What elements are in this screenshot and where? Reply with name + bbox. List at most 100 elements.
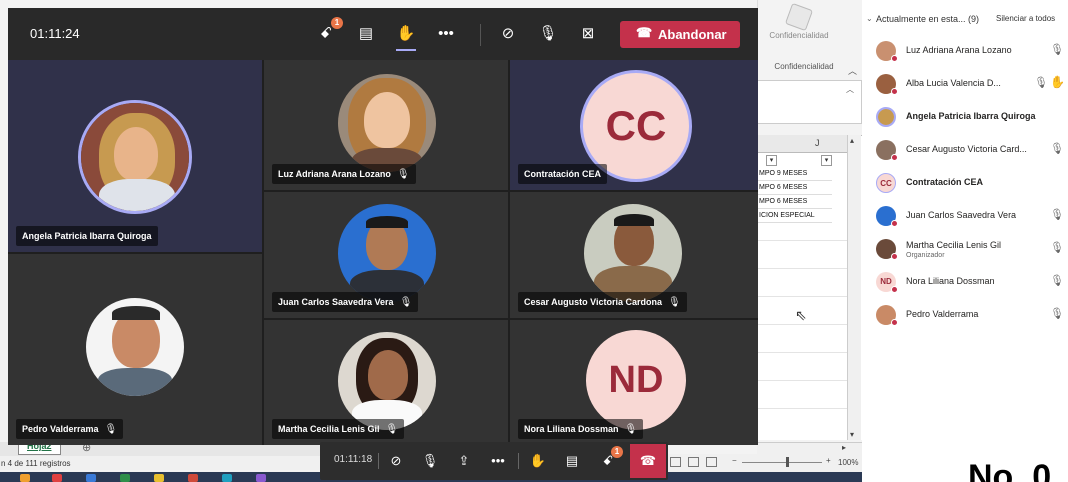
- page-layout-icon[interactable]: [688, 457, 699, 467]
- raised-hand-icon: ✋: [1050, 75, 1065, 89]
- column-header-label: J: [815, 138, 820, 148]
- mic-muted-icon: 🎙︎: [396, 169, 410, 180]
- normal-view-icon[interactable]: [670, 457, 681, 467]
- participant-row[interactable]: ND Nora Liliana Dossman 🎙︎: [872, 269, 1068, 299]
- vertical-scrollbar[interactable]: ▴ ▾: [847, 135, 861, 440]
- zoom-in-icon[interactable]: +: [826, 456, 831, 465]
- taskbar-app-icon[interactable]: [120, 474, 130, 482]
- hang-up-icon: ☎: [636, 25, 653, 40]
- cell-text[interactable]: ICIÓN ESPECIAL: [757, 212, 832, 223]
- share-screen-icon[interactable]: ⇪: [454, 451, 474, 471]
- taskbar-app-icon[interactable]: [256, 474, 266, 482]
- tile-name-text: Contratación CEA: [524, 169, 602, 179]
- participant-row[interactable]: Martha Cecilia Lenis Gil Organizador 🎙︎: [872, 236, 1068, 266]
- video-tile[interactable]: Angela Patricia Ibarra Quiroga: [8, 60, 262, 252]
- compact-timer: 01:11:18: [334, 454, 373, 465]
- raise-hand-button[interactable]: ✋: [394, 22, 418, 51]
- video-tile[interactable]: ND Nora Liliana Dossman 🎙︎: [510, 320, 758, 445]
- filter-dropdown-icon[interactable]: ▾: [766, 155, 777, 166]
- bar-divider: [518, 453, 519, 469]
- document-number: No. 0: [968, 458, 1052, 482]
- mic-muted-icon: 🎙︎: [385, 424, 399, 435]
- share-button[interactable]: ⊠: [576, 22, 600, 46]
- collapse-ribbon-icon[interactable]: ︿: [848, 64, 857, 77]
- zoom-slider[interactable]: [742, 462, 822, 463]
- participant-row[interactable]: Cesar Augusto Victoria Card... 🎙︎: [872, 137, 1068, 167]
- hand-icon[interactable]: ✋: [528, 451, 548, 471]
- chat-icon[interactable]: ▤: [562, 451, 582, 471]
- leave-button[interactable]: ☎ Abandonar: [620, 21, 740, 48]
- avatar: [338, 204, 436, 302]
- zoom-out-icon[interactable]: −: [732, 456, 737, 465]
- scroll-right-icon[interactable]: ▸: [842, 443, 846, 452]
- video-tile[interactable]: Pedro Valderrama 🎙︎: [8, 254, 262, 445]
- participant-row[interactable]: Juan Carlos Saavedra Vera 🎙︎: [872, 203, 1068, 233]
- horizontal-scrollbar[interactable]: ▸: [757, 442, 862, 454]
- grid-line: [757, 380, 847, 381]
- more-icon[interactable]: •••: [488, 451, 508, 471]
- filter-dropdown-icon[interactable]: ▾: [821, 155, 832, 166]
- column-header[interactable]: J: [757, 135, 847, 153]
- cell-text[interactable]: MPO 9 MESES: [757, 170, 832, 181]
- participant-row[interactable]: Luz Adriana Arana Lozano 🎙︎: [872, 38, 1068, 68]
- formula-scroll-icon[interactable]: ︿: [846, 84, 854, 95]
- scroll-down-icon[interactable]: ▾: [850, 430, 854, 439]
- people-icon[interactable]: ꗃ1: [598, 446, 623, 471]
- mic-toggle-button[interactable]: 🎙︎: [536, 22, 560, 46]
- taskbar-app-icon[interactable]: [86, 474, 96, 482]
- participant-name: Juan Carlos Saavedra Vera: [906, 210, 1017, 220]
- chat-button[interactable]: ▤: [354, 22, 378, 46]
- video-tile[interactable]: CC Contratación CEA: [510, 60, 758, 190]
- video-tile[interactable]: Martha Cecilia Lenis Gil 🎙︎: [264, 320, 508, 445]
- participant-row[interactable]: Pedro Valderrama 🎙︎: [872, 302, 1068, 332]
- mic-muted-icon: 🎙︎: [1050, 209, 1064, 221]
- cell-text[interactable]: MPO 6 MESES: [757, 198, 832, 209]
- video-tile[interactable]: Luz Adriana Arana Lozano 🎙︎: [264, 60, 508, 190]
- tile-name-label: Cesar Augusto Victoria Cardona 🎙︎: [518, 292, 687, 312]
- participant-name: Nora Liliana Dossman: [906, 276, 995, 286]
- camera-toggle-button[interactable]: ⊘: [496, 22, 520, 46]
- participant-row[interactable]: CC Contratación CEA: [872, 170, 1068, 200]
- tile-name-text: Nora Liliana Dossman: [524, 424, 619, 434]
- more-actions-button[interactable]: •••: [434, 22, 458, 46]
- participant-row[interactable]: Alba Lucia Valencia D... 🎙︎ ✋: [872, 71, 1068, 101]
- video-tile[interactable]: Juan Carlos Saavedra Vera 🎙︎: [264, 192, 508, 318]
- collapse-icon[interactable]: ⌄: [866, 14, 873, 23]
- hang-up-icon[interactable]: ☎: [630, 444, 666, 478]
- meeting-window: 01:11:24 ꗃ 1 ▤ ✋ ••• ⊘ 🎙︎ ⊠ ☎ Abandonar …: [8, 8, 758, 445]
- zoom-slider-knob[interactable]: [786, 457, 789, 467]
- taskbar-app-icon[interactable]: [52, 474, 62, 482]
- mic-off-icon[interactable]: 🎙︎: [420, 451, 440, 471]
- taskbar-app-icon[interactable]: [188, 474, 198, 482]
- cell-text[interactable]: MPO 6 MESES: [757, 184, 832, 195]
- participant-row[interactable]: Angela Patricia Ibarra Quiroga: [872, 104, 1068, 134]
- mic-muted-icon: 🎙︎: [399, 297, 413, 308]
- zoom-level[interactable]: 100%: [838, 458, 858, 467]
- participants-badge: 1: [331, 17, 343, 29]
- scroll-up-icon[interactable]: ▴: [850, 136, 854, 145]
- taskbar-app-icon[interactable]: [20, 474, 30, 482]
- mic-muted-icon: 🎙︎: [1034, 77, 1048, 89]
- grid-line: [757, 352, 847, 353]
- panel-header: ⌄ Actualmente en esta... (9) Silenciar a…: [866, 14, 1068, 30]
- confidentiality-button[interactable]: Confidencialidad: [764, 2, 834, 56]
- participants-button[interactable]: ꗃ 1: [314, 17, 343, 46]
- panel-title[interactable]: Actualmente en esta... (9): [876, 14, 979, 24]
- tile-name-label: Contratación CEA: [518, 164, 608, 184]
- tile-name-label: Angela Patricia Ibarra Quiroga: [16, 226, 158, 246]
- mute-all-button[interactable]: Silenciar a todos: [996, 14, 1055, 23]
- participant-name: Alba Lucia Valencia D...: [906, 78, 1001, 88]
- camera-off-icon[interactable]: ⊘: [386, 451, 406, 471]
- taskbar-app-icon[interactable]: [222, 474, 232, 482]
- taskbar-app-icon[interactable]: [154, 474, 164, 482]
- presence-dot: [891, 154, 898, 161]
- page-break-icon[interactable]: [706, 457, 717, 467]
- mic-muted-icon: 🎙︎: [1050, 44, 1064, 56]
- grid-line: [757, 268, 847, 269]
- mic-muted-icon: 🎙︎: [1050, 143, 1064, 155]
- participants-badge: 1: [611, 446, 623, 458]
- video-tile[interactable]: Cesar Augusto Victoria Cardona 🎙︎: [510, 192, 758, 318]
- tile-name-text: Angela Patricia Ibarra Quiroga: [22, 231, 152, 241]
- grid-line: [757, 324, 847, 325]
- avatar: [86, 298, 184, 396]
